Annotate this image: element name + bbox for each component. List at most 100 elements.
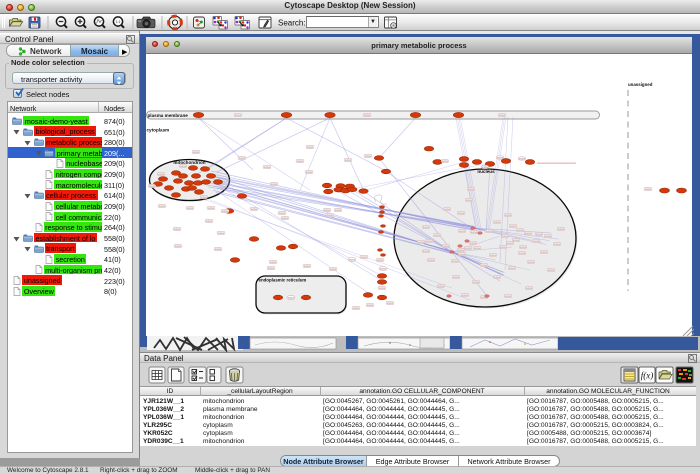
svg-text:xxxxx: xxxxx xyxy=(500,246,507,249)
svg-text:xxxxx: xxxxx xyxy=(458,212,465,215)
svg-text:xxxxx: xxxxx xyxy=(423,226,430,229)
svg-text:xxxxx: xxxxx xyxy=(418,241,425,244)
svg-text:xxxxx: xxxxx xyxy=(474,247,481,250)
svg-text:xxxxx: xxxxx xyxy=(222,210,229,213)
svg-text:xxxxx: xxxxx xyxy=(505,295,512,298)
svg-text:xxxxx: xxxxx xyxy=(380,267,387,270)
svg-text:Search:: Search: xyxy=(278,19,306,28)
svg-text:xxxxx: xxxxx xyxy=(158,173,165,176)
svg-text:xxxxx: xxxxx xyxy=(387,302,394,305)
svg-text:xxxxx: xxxxx xyxy=(502,235,509,238)
svg-text:xxxxx: xxxxx xyxy=(536,233,543,236)
svg-text:xxxxx: xxxxx xyxy=(473,281,480,284)
svg-text:xxxxx: xxxxx xyxy=(545,235,552,238)
svg-text:xxxxx: xxxxx xyxy=(335,209,342,212)
svg-text:xxxxx: xxxxx xyxy=(438,285,445,288)
svg-text:xxxxx: xxxxx xyxy=(251,208,258,211)
svg-text:xxxxx: xxxxx xyxy=(215,248,222,251)
svg-text:xxxxx: xxxxx xyxy=(462,294,469,297)
svg-text:xxxxx: xxxxx xyxy=(468,188,475,191)
svg-text:xxxxx: xxxxx xyxy=(345,159,352,162)
svg-text:xxxxx: xxxxx xyxy=(201,196,208,199)
svg-text:xxxxx: xxxxx xyxy=(175,245,182,248)
svg-text:cytoplasm: cytoplasm xyxy=(147,128,170,133)
svg-text:xxxxx: xxxxx xyxy=(149,185,156,188)
svg-text:xxxxx: xxxxx xyxy=(330,268,337,271)
svg-text:xxxxx: xxxxx xyxy=(494,276,501,279)
svg-text:plasma membrane: plasma membrane xyxy=(148,113,189,118)
svg-text:xxxxx: xxxxx xyxy=(327,214,334,217)
svg-text:xxxxx: xxxxx xyxy=(271,183,278,186)
svg-text:xxxxx: xxxxx xyxy=(528,261,535,264)
svg-text:xxxxx: xxxxx xyxy=(304,265,311,268)
svg-text:xxxxx: xxxxx xyxy=(361,256,368,259)
svg-text:xxxxx: xxxxx xyxy=(481,264,488,267)
svg-text:xxxxx: xxxxx xyxy=(453,276,460,279)
svg-text:xxxxx: xxxxx xyxy=(423,250,430,253)
svg-text:xxxxx: xxxxx xyxy=(507,242,514,245)
svg-text:xxxxx: xxxxx xyxy=(180,165,187,168)
svg-text:xxxxx: xxxxx xyxy=(548,269,555,272)
svg-text:xxxxx: xxxxx xyxy=(208,207,215,210)
svg-text:xxxxx: xxxxx xyxy=(482,166,489,169)
svg-text:xxxxx: xxxxx xyxy=(519,157,526,160)
svg-text:xxxxx: xxxxx xyxy=(206,220,213,223)
svg-text:xxxxx: xxxxx xyxy=(459,253,466,256)
svg-text:xxxxx: xxxxx xyxy=(499,114,506,117)
svg-text:xxxxx: xxxxx xyxy=(458,249,465,252)
svg-text:xxxxx: xxxxx xyxy=(470,242,477,245)
svg-text:xxxxx: xxxxx xyxy=(428,259,435,262)
svg-text:xxxxx: xxxxx xyxy=(541,251,548,254)
svg-text:xxxxx: xxxxx xyxy=(505,214,512,217)
svg-text:xxxxx: xxxxx xyxy=(279,212,286,215)
svg-text:xxxxx: xxxxx xyxy=(297,160,304,163)
svg-text:xxxxx: xxxxx xyxy=(174,228,181,231)
svg-text:xxxxx: xxxxx xyxy=(444,208,451,211)
svg-text:xxxxx: xxxxx xyxy=(513,239,520,242)
svg-text:xxxxx: xxxxx xyxy=(324,209,331,212)
svg-text:xxxxx: xxxxx xyxy=(490,254,497,257)
svg-text:xxxxx: xxxxx xyxy=(459,230,466,233)
svg-text:unassigned: unassigned xyxy=(628,82,653,87)
svg-text:xxxxx: xxxxx xyxy=(443,245,450,248)
svg-text:xxxxx: xxxxx xyxy=(235,114,242,117)
svg-text:xxxxx: xxxxx xyxy=(187,207,194,210)
svg-text:xxxxx: xxxxx xyxy=(497,156,504,159)
svg-text:xxxxx: xxxxx xyxy=(452,260,459,263)
svg-text:xxxxx: xxxxx xyxy=(465,247,472,250)
svg-text:endoplasmic reticulum: endoplasmic reticulum xyxy=(259,278,307,283)
svg-text:xxxxx: xxxxx xyxy=(239,157,246,160)
svg-text:xxxxx: xxxxx xyxy=(307,146,314,149)
svg-text:xxxxx: xxxxx xyxy=(282,217,289,220)
svg-text:xxxxx: xxxxx xyxy=(193,151,200,154)
svg-text:xxxxx: xxxxx xyxy=(510,225,517,228)
svg-text:nucleus: nucleus xyxy=(477,169,495,174)
svg-text:xxxxx: xxxxx xyxy=(270,261,277,264)
svg-text:xxxxx: xxxxx xyxy=(364,114,371,117)
svg-text:xxxxx: xxxxx xyxy=(264,166,271,169)
svg-text:xxxxx: xxxxx xyxy=(367,304,374,307)
svg-text:xxxxx: xxxxx xyxy=(558,228,565,231)
svg-text:xxxxx: xxxxx xyxy=(353,307,360,310)
svg-text:xxxxx: xxxxx xyxy=(509,267,516,270)
svg-text:xxxxx: xxxxx xyxy=(471,231,478,234)
svg-text:xxxxx: xxxxx xyxy=(306,171,313,174)
svg-text:xxxxx: xxxxx xyxy=(426,240,433,243)
svg-text:xxxxxxxxxxxxxxxxxxxxxxxxxx: xxxxxxxxxxxxxxxxxxxxxxxxxx xyxy=(537,161,577,165)
svg-text:1:1: 1:1 xyxy=(116,20,121,24)
svg-text:xxxxx: xxxxx xyxy=(466,199,473,202)
svg-text:mitochondrion: mitochondrion xyxy=(173,160,205,165)
svg-text:xxxxx: xxxxx xyxy=(159,205,166,208)
svg-text:f(x): f(x) xyxy=(641,371,654,381)
svg-text:xxxxx: xxxxx xyxy=(365,155,372,158)
svg-text:xxxxx: xxxxx xyxy=(526,287,533,290)
svg-text:xxxxx: xxxxx xyxy=(525,232,532,235)
svg-text:xxxxx: xxxxx xyxy=(494,221,501,224)
svg-text:xxxxx: xxxxx xyxy=(379,287,386,290)
svg-text:xxxxx: xxxxx xyxy=(486,230,493,233)
svg-text:xxxxx: xxxxx xyxy=(520,246,527,249)
svg-text:xxxxx: xxxxx xyxy=(349,258,356,261)
svg-text:xxxxx: xxxxx xyxy=(517,229,524,232)
svg-text:xxxxx: xxxxx xyxy=(377,259,384,262)
svg-text:xxxxx: xxxxx xyxy=(288,296,295,299)
